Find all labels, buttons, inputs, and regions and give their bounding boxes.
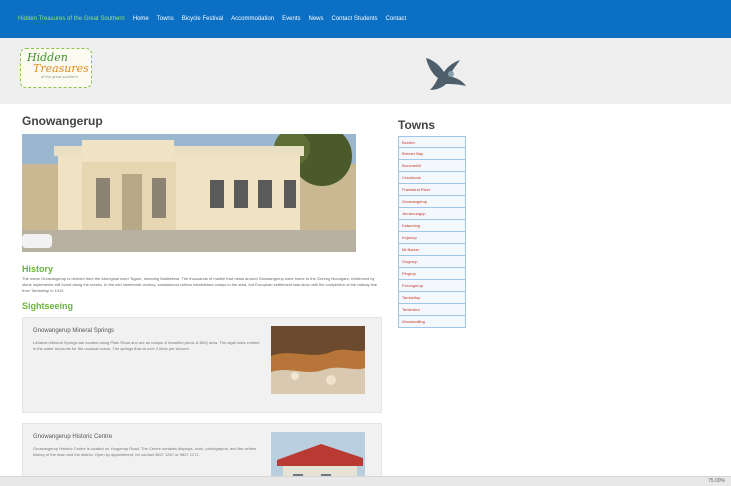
town-link-tambellup[interactable]: Tambellup [398, 292, 466, 304]
town-link-bremer-bay[interactable]: Bremer Bay [398, 148, 466, 160]
town-link-kojonup[interactable]: Kojonup [398, 232, 466, 244]
page-title: Gnowangerup [22, 114, 103, 128]
nav-link-contact[interactable]: Contact [386, 16, 407, 22]
top-navigation: Hidden Treasures of the Great Southern H… [0, 0, 731, 38]
history-paragraph: The name Gnowangerup is derived from the… [22, 276, 378, 293]
town-link-woodanilling[interactable]: Woodanilling [398, 316, 466, 328]
town-link-borden[interactable]: Borden [398, 136, 466, 148]
town-link-ongerup[interactable]: Ongerup [398, 256, 466, 268]
mineral-springs-photo [271, 326, 365, 394]
nav-link-accommodation[interactable]: Accommodation [231, 16, 274, 22]
nav-link-contact-students[interactable]: Contact Students [332, 16, 378, 22]
town-hall-photo [22, 126, 356, 252]
nav-link-site-name[interactable]: Hidden Treasures of the Great Southern [18, 16, 125, 22]
zoom-level[interactable]: 75.00% [708, 478, 725, 484]
nav-link-bicycle-festival[interactable]: Bicycle Festival [182, 16, 223, 22]
site-banner: Hidden Treasures of the great southern [0, 38, 731, 104]
browser-status-bar: 75.00% [0, 476, 731, 486]
nav-link-home[interactable]: Home [133, 16, 149, 22]
sightseeing-card: Gnowangerup Mineral Springs Lebanon Mine… [22, 317, 382, 413]
main-content: Gnowangerup History The name Gnowangerup… [22, 114, 384, 486]
logo-line-2: Treasures [33, 62, 89, 75]
town-link-pingrup[interactable]: Pingrup [398, 268, 466, 280]
history-heading: History [22, 264, 54, 274]
sightseeing-card: Gnowangerup Historic Centre Gnowangerup … [22, 423, 382, 486]
nav-link-news[interactable]: News [308, 16, 323, 22]
towns-heading: Towns [398, 118, 436, 132]
nav-link-events[interactable]: Events [282, 16, 300, 22]
town-link-broomehill[interactable]: Broomehill [398, 160, 466, 172]
sightseeing-heading: Sightseeing [22, 301, 74, 311]
town-link-cranbrook[interactable]: Cranbrook [398, 172, 466, 184]
card-description: Lebanon Mineral Springs are located alon… [33, 340, 260, 351]
town-list: Borden Bremer Bay Broomehill Cranbrook F… [398, 136, 466, 328]
site-logo[interactable]: Hidden Treasures of the great southern [20, 48, 92, 88]
town-link-katanning[interactable]: Katanning [398, 220, 466, 232]
reptile-mascot-image [426, 58, 466, 90]
nav-link-towns[interactable]: Towns [157, 16, 174, 22]
town-link-porongurup[interactable]: Porongurup [398, 280, 466, 292]
card-title[interactable]: Gnowangerup Mineral Springs [33, 328, 114, 334]
card-description: Gnowangerup Historic Centre is located o… [33, 446, 257, 457]
card-title[interactable]: Gnowangerup Historic Centre [33, 434, 112, 440]
town-link-frankland-river[interactable]: Frankland River [398, 184, 466, 196]
town-link-jerramungup[interactable]: Jerramungup [398, 208, 466, 220]
town-link-tenterden[interactable]: Tenterden [398, 304, 466, 316]
town-link-gnowangerup[interactable]: Gnowangerup [398, 196, 466, 208]
towns-sidebar: Towns Borden Bremer Bay Broomehill Cranb… [398, 118, 466, 328]
town-link-mt-barker[interactable]: Mt Barker [398, 244, 466, 256]
